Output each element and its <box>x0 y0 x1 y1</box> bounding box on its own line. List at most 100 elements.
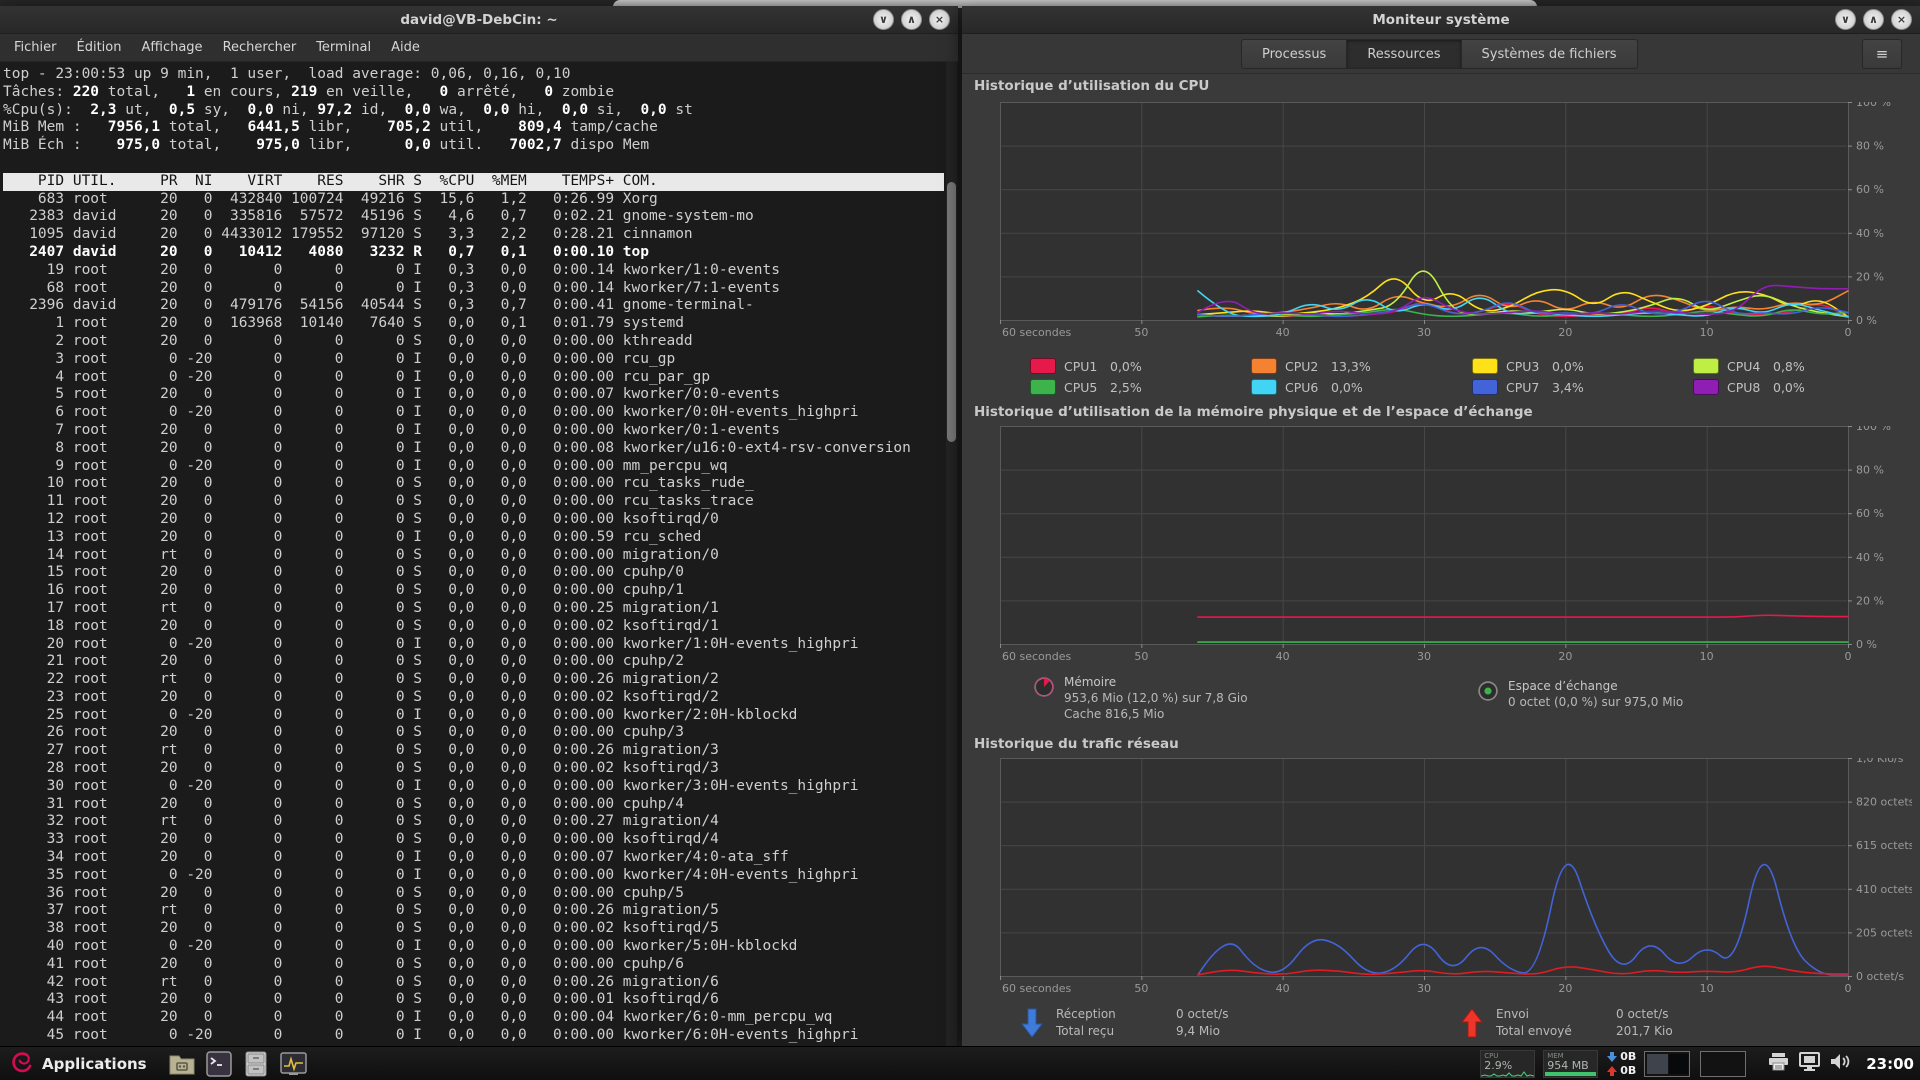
send-total: 201,7 Kio <box>1616 1023 1673 1040</box>
terminal-scrollbar[interactable] <box>946 62 957 1046</box>
terminal-line: 1 root 20 0 163968 10140 7640 S 0,0 0,1 … <box>3 315 944 333</box>
file-manager-launcher-icon[interactable] <box>243 1050 270 1077</box>
cpu-legend-item-cpu5[interactable]: CPU52,5% <box>1030 379 1251 395</box>
menu-item-terminal[interactable]: Terminal <box>316 40 371 55</box>
terminal-line: 18 root 20 0 0 0 0 S 0,0 0,0 0:00.02 kso… <box>3 618 944 636</box>
color-swatch <box>1251 379 1277 395</box>
swap-label: Espace d’échange <box>1508 678 1683 694</box>
minimize-icon[interactable]: ∨ <box>873 9 894 30</box>
applications-menu[interactable]: Applications <box>42 1055 147 1073</box>
printer-icon[interactable] <box>1768 1052 1789 1075</box>
terminal-launcher-icon[interactable] <box>206 1050 233 1077</box>
cpu-legend-item-cpu8[interactable]: CPU80,0% <box>1693 379 1914 395</box>
cpu-name: CPU8 <box>1727 380 1773 395</box>
system-monitor-launcher-icon[interactable] <box>280 1050 307 1077</box>
svg-text:615 octets/s: 615 octets/s <box>1856 839 1912 852</box>
svg-text:10: 10 <box>1700 650 1714 663</box>
terminal-line: 2 root 20 0 0 0 0 S 0,0 0,0 0:00.00 kthr… <box>3 333 944 351</box>
debian-logo-icon[interactable] <box>8 1049 34 1079</box>
close-icon[interactable]: × <box>929 9 950 30</box>
cpu-percent: 0,0% <box>1552 359 1584 374</box>
maximize-icon[interactable]: ∧ <box>901 9 922 30</box>
close-icon[interactable]: × <box>1891 9 1912 30</box>
monitor-toolbar: ProcessusRessourcesSystèmes de fichiers … <box>962 34 1920 74</box>
terminal-line: 22 root rt 0 0 0 0 S 0,0 0,0 0:00.26 mig… <box>3 671 944 689</box>
terminal-line: 38 root 20 0 0 0 0 S 0,0 0,0 0:00.02 kso… <box>3 920 944 938</box>
maximize-icon[interactable]: ∧ <box>1863 9 1884 30</box>
terminal-screen[interactable]: top - 23:00:53 up 9 min, 1 user, load av… <box>0 62 958 1046</box>
network-history-chart: 1,0 Kio/s820 octets/s615 octets/s410 oct… <box>1000 758 1912 998</box>
memory-value: 953,6 Mio (12,0 %) sur 7,8 Gio <box>1064 690 1248 706</box>
cpu-name: CPU5 <box>1064 380 1110 395</box>
tab-ressources[interactable]: Ressources <box>1347 39 1461 69</box>
svg-text:30: 30 <box>1417 326 1431 339</box>
menu-item-aide[interactable]: Aide <box>391 40 420 55</box>
cpu-legend-item-cpu3[interactable]: CPU30,0% <box>1472 358 1693 374</box>
network-applet[interactable]: 0B 0B <box>1606 1050 1636 1077</box>
svg-text:20: 20 <box>1558 326 1572 339</box>
swap-gauge-icon <box>1478 681 1498 701</box>
terminal-line: 34 root 20 0 0 0 0 I 0,0 0,0 0:00.07 kwo… <box>3 849 944 867</box>
workspace-switcher-1[interactable] <box>1644 1051 1690 1077</box>
monitor-titlebar[interactable]: Moniteur système ∨ ∧ × <box>962 6 1920 34</box>
terminal-window: david@VB-DebCin: ~ ∨ ∧ × Fichier Édition A… <box>0 6 958 1046</box>
svg-text:20 %: 20 % <box>1856 270 1884 283</box>
cpu-applet[interactable]: CPU 2.9% <box>1480 1050 1535 1078</box>
memory-usage-bar <box>1545 1072 1596 1076</box>
svg-text:60 secondes: 60 secondes <box>1002 650 1071 663</box>
cpu-legend-item-cpu2[interactable]: CPU213,3% <box>1251 358 1472 374</box>
svg-text:0 %: 0 % <box>1856 314 1877 327</box>
menu-item-fichier[interactable]: Fichier <box>14 40 57 55</box>
tab-processus[interactable]: Processus <box>1241 39 1347 69</box>
color-swatch <box>1472 358 1498 374</box>
hamburger-menu-icon[interactable]: ≡ <box>1862 39 1902 69</box>
clock[interactable]: 23:00 <box>1866 1055 1914 1073</box>
svg-text:50: 50 <box>1134 650 1148 663</box>
terminal-line: 12 root 20 0 0 0 0 S 0,0 0,0 0:00.00 kso… <box>3 511 944 529</box>
svg-text:50: 50 <box>1134 326 1148 339</box>
cpu-legend-item-cpu7[interactable]: CPU73,4% <box>1472 379 1693 395</box>
terminal-menubar: Fichier Édition Affichage Rechercher Termina… <box>0 34 958 62</box>
terminal-line: 17 root rt 0 0 0 0 S 0,0 0,0 0:00.25 mig… <box>3 600 944 618</box>
workspace-switcher-2[interactable] <box>1700 1051 1746 1077</box>
terminal-line: 43 root 20 0 0 0 0 S 0,0 0,0 0:00.01 kso… <box>3 991 944 1009</box>
minimize-icon[interactable]: ∨ <box>1835 9 1856 30</box>
cpu-percent: 0,0% <box>1773 380 1805 395</box>
display-icon[interactable] <box>1799 1052 1820 1075</box>
cpu-legend-item-cpu4[interactable]: CPU40,8% <box>1693 358 1914 374</box>
send-rate: 0 octet/s <box>1616 1006 1673 1023</box>
terminal-titlebar[interactable]: david@VB-DebCin: ~ ∨ ∧ × <box>0 6 958 34</box>
tab-syst-mes-de-fichiers[interactable]: Systèmes de fichiers <box>1462 39 1638 69</box>
cpu-legend-item-cpu1[interactable]: CPU10,0% <box>1030 358 1251 374</box>
terminal-line: 8 root 20 0 0 0 0 I 0,0 0,0 0:00.08 kwor… <box>3 440 944 458</box>
volume-icon[interactable] <box>1830 1052 1852 1075</box>
folder-launcher-icon[interactable] <box>169 1050 196 1077</box>
memory-gauge-icon <box>1034 677 1054 697</box>
scrollbar-thumb[interactable] <box>947 182 956 442</box>
color-swatch <box>1251 358 1277 374</box>
terminal-line: MiB Mem : 7956,1 total, 6441,5 libr, 705… <box>3 119 944 137</box>
cpu-legend-item-cpu6[interactable]: CPU60,0% <box>1251 379 1472 395</box>
cpu-name: CPU1 <box>1064 359 1110 374</box>
desktop: david@VB-DebCin: ~ ∨ ∧ × Fichier Édition A… <box>0 0 1920 1080</box>
download-rate: 0B <box>1620 1050 1636 1063</box>
terminal-line: 13 root 20 0 0 0 0 I 0,0 0,0 0:00.59 rcu… <box>3 529 944 547</box>
svg-text:60 secondes: 60 secondes <box>1002 982 1071 995</box>
terminal-line: top - 23:00:53 up 9 min, 1 user, load av… <box>3 66 944 84</box>
cpu-sparkline <box>1481 1068 1534 1077</box>
color-swatch <box>1030 379 1056 395</box>
cpu-name: CPU2 <box>1285 359 1331 374</box>
cpu-name: CPU3 <box>1506 359 1552 374</box>
terminal-line: 27 root rt 0 0 0 0 S 0,0 0,0 0:00.26 mig… <box>3 742 944 760</box>
menu-item-édition[interactable]: Édition <box>77 40 122 55</box>
memory-applet[interactable]: MEM 954 MB <box>1543 1050 1598 1078</box>
terminal-line: 16 root 20 0 0 0 0 S 0,0 0,0 0:00.00 cpu… <box>3 582 944 600</box>
menu-item-rechercher[interactable]: Rechercher <box>223 40 297 55</box>
svg-text:820 octets/s: 820 octets/s <box>1856 796 1912 809</box>
terminal-line: 26 root 20 0 0 0 0 S 0,0 0,0 0:00.00 cpu… <box>3 724 944 742</box>
menu-item-affichage[interactable]: Affichage <box>141 40 202 55</box>
swap-legend-item: Espace d’échange 0 octet (0,0 %) sur 975… <box>1478 678 1683 710</box>
terminal-line: 6 root 0 -20 0 0 0 I 0,0 0,0 0:00.00 kwo… <box>3 404 944 422</box>
terminal-line: 35 root 0 -20 0 0 0 I 0,0 0,0 0:00.00 kw… <box>3 867 944 885</box>
terminal-line: 36 root 20 0 0 0 0 S 0,0 0,0 0:00.00 cpu… <box>3 885 944 903</box>
